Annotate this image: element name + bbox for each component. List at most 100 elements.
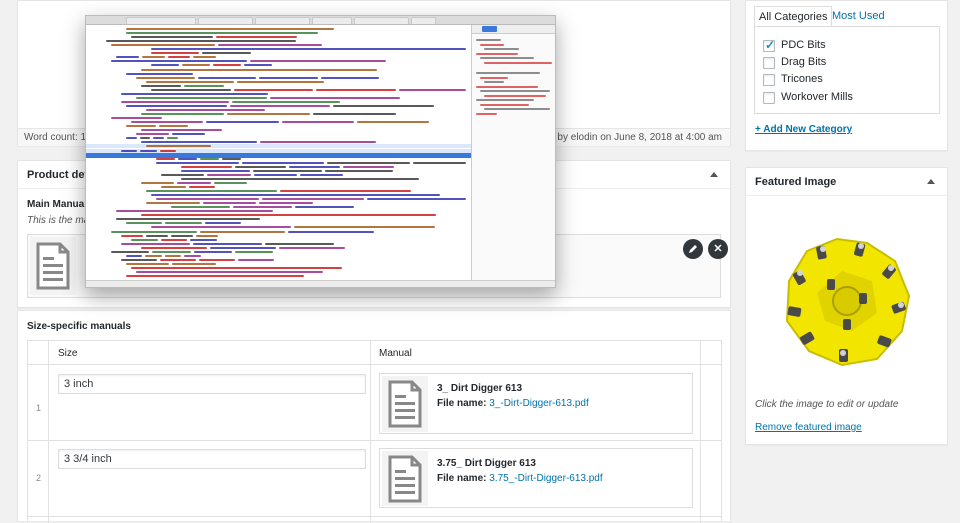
style-rule-line <box>484 48 520 50</box>
checkbox[interactable] <box>763 92 775 104</box>
code-token <box>412 161 466 164</box>
code-token <box>356 121 430 124</box>
code-token <box>222 157 242 160</box>
pencil-icon <box>689 245 697 253</box>
code-token <box>151 88 231 91</box>
browser-tab[interactable] <box>198 17 253 24</box>
code-token <box>232 206 292 209</box>
close-icon: ✕ <box>713 243 723 255</box>
file-name-label: File name: <box>437 398 487 409</box>
code-token <box>259 76 318 79</box>
table-row: 2 3 3/4 inch 3.75_ Dirt Digger 613 File … <box>28 441 721 517</box>
code-token <box>161 185 187 188</box>
code-token <box>342 165 394 168</box>
add-category-link[interactable]: + Add New Category <box>755 124 852 135</box>
code-token <box>184 254 201 257</box>
browser-tab[interactable] <box>312 17 352 24</box>
code-token <box>146 190 277 192</box>
remove-manual-button[interactable]: ✕ <box>708 239 728 259</box>
browser-tab[interactable] <box>255 17 310 24</box>
manual-file-card: 3.75_ Dirt Digger 613 File name: 3.75_-D… <box>379 448 693 508</box>
code-token <box>111 230 197 233</box>
code-token <box>212 64 241 67</box>
code-token <box>259 202 313 205</box>
code-token <box>229 104 331 107</box>
checkbox-checked[interactable] <box>763 38 775 52</box>
style-rule-line <box>476 52 518 55</box>
code-token <box>202 202 257 205</box>
collapse-arrow-icon[interactable] <box>927 179 935 184</box>
code-token <box>193 250 232 253</box>
code-token <box>121 149 138 152</box>
code-token <box>121 242 190 245</box>
selected-dom-node[interactable] <box>86 152 471 158</box>
file-name-row: File name: 3_-Dirt-Digger-613.pdf <box>437 398 589 409</box>
code-token <box>152 250 191 253</box>
code-token <box>172 262 216 265</box>
styles-tab-active[interactable] <box>482 26 497 32</box>
code-token <box>166 137 178 140</box>
style-rule-line <box>476 39 501 41</box>
main-manual-label: Main Manual <box>27 199 88 210</box>
size-input[interactable]: 3 3/4 inch <box>58 449 366 469</box>
code-token <box>151 48 466 51</box>
code-token <box>146 109 266 111</box>
code-token <box>151 64 179 67</box>
remove-featured-image-link[interactable]: Remove featured image <box>755 422 862 433</box>
code-token <box>116 56 139 59</box>
code-token <box>126 72 194 75</box>
code-token <box>131 238 158 241</box>
style-rule-line <box>476 112 497 115</box>
browser-tab[interactable] <box>126 17 196 24</box>
size-input[interactable]: 3 inch <box>58 374 366 394</box>
size-manuals-title: Size-specific manuals <box>27 321 131 332</box>
category-checklist: PDC Bits Drag Bits Tricones Workover Mil… <box>754 26 940 114</box>
code-token <box>151 194 441 197</box>
code-token <box>183 84 224 87</box>
manuals-table: Size Manual 1 3 inch 3_ Dirt Digger 613 … <box>27 340 722 523</box>
checkbox[interactable] <box>763 57 775 69</box>
code-token <box>181 177 419 180</box>
code-token <box>241 161 325 164</box>
style-rule-line <box>480 76 509 79</box>
code-token <box>156 161 239 164</box>
code-token <box>164 254 182 257</box>
file-link[interactable]: 3_-Dirt-Digger-613.pdf <box>489 398 589 409</box>
code-token <box>213 181 248 184</box>
code-token <box>316 88 396 91</box>
featured-image-title: Featured Image <box>755 176 837 188</box>
code-token <box>146 202 200 205</box>
edit-manual-button[interactable] <box>683 239 703 259</box>
code-token <box>171 206 230 209</box>
styles-panel <box>471 25 555 280</box>
code-token <box>111 117 163 120</box>
code-token <box>279 246 346 249</box>
category-label: Tricones <box>781 73 823 85</box>
tab-all-categories[interactable]: All Categories <box>754 6 833 26</box>
code-token <box>145 234 168 237</box>
code-token <box>116 210 273 213</box>
code-token <box>121 92 269 95</box>
code-token <box>126 125 156 128</box>
code-token <box>259 141 376 144</box>
code-token <box>136 96 267 99</box>
code-token <box>249 60 386 63</box>
tab-most-used[interactable]: Most Used <box>828 6 889 26</box>
file-link[interactable]: 3.75_-Dirt-Digger-613.pdf <box>489 473 602 484</box>
code-token <box>195 234 218 237</box>
elements-panel <box>86 25 471 280</box>
code-token <box>253 173 297 176</box>
category-tabs: All Categories Most Used <box>754 6 940 26</box>
code-token <box>281 121 354 124</box>
code-token <box>181 165 232 168</box>
featured-image-header[interactable]: Featured Image <box>746 168 947 196</box>
size-manuals-box: Size-specific manuals Size Manual 1 3 in… <box>17 310 731 523</box>
code-token <box>294 206 354 209</box>
browser-tab[interactable] <box>354 17 409 24</box>
collapse-arrow-icon[interactable] <box>710 172 718 177</box>
featured-image[interactable] <box>774 228 920 374</box>
code-token <box>206 121 279 124</box>
checkbox[interactable] <box>763 74 775 86</box>
code-token <box>161 173 205 176</box>
browser-tab[interactable] <box>411 17 436 24</box>
